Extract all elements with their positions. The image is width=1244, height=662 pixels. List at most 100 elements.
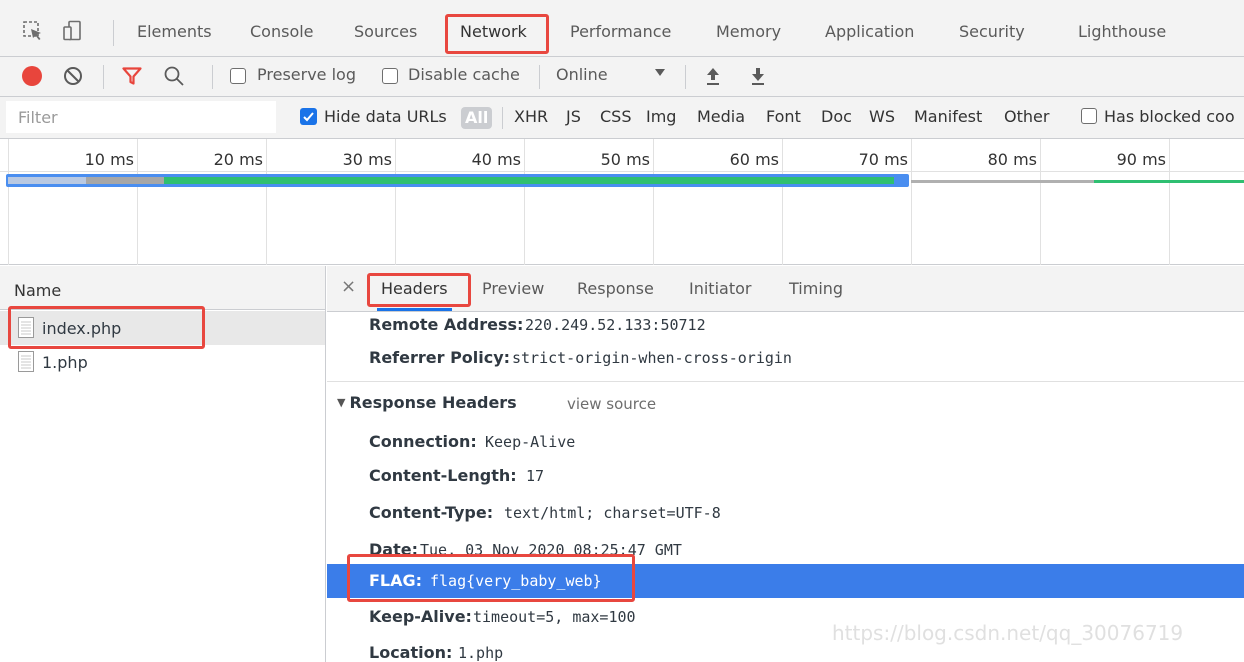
tab-elements[interactable]: Elements [137, 0, 212, 57]
type-filter-css[interactable]: CSS [600, 107, 631, 126]
header-key: Connection: [369, 432, 477, 451]
header-key: Date: [369, 540, 418, 559]
response-headers-title: Response Headers [349, 393, 517, 412]
watermark-text: https://blog.csdn.net/qq_30076719 [832, 621, 1184, 645]
timeline-tick-label: 60 ms [729, 150, 779, 169]
header-row-referrer-policy: Referrer Policy: strict-origin-when-cros… [327, 341, 1244, 375]
timeline-tick-label: 90 ms [1116, 150, 1166, 169]
filter-bar: Hide data URLs All XHR JS CSS Img Media … [0, 97, 1244, 139]
tab-application[interactable]: Application [825, 0, 914, 57]
type-filter-all[interactable]: All [461, 107, 493, 129]
filter-input[interactable] [6, 101, 276, 133]
header-row-remote-address: Remote Address: 220.249.52.133:50712 [327, 308, 1244, 342]
header-key: Remote Address: [369, 315, 524, 334]
tab-initiator[interactable]: Initiator [689, 279, 751, 298]
devtools-tab-bar: Elements Console Sources Network Perform… [0, 0, 1244, 57]
timeline-tick-label: 80 ms [987, 150, 1037, 169]
tab-network[interactable]: Network [460, 0, 527, 57]
type-filter-xhr[interactable]: XHR [514, 107, 548, 126]
request-row-index-php[interactable]: index.php [0, 311, 325, 345]
type-filter-manifest[interactable]: Manifest [914, 107, 982, 126]
request-name: 1.php [42, 353, 88, 372]
tab-console[interactable]: Console [250, 0, 314, 57]
type-filter-ws[interactable]: WS [869, 107, 895, 126]
chevron-down-icon[interactable] [655, 69, 665, 76]
clear-icon[interactable] [62, 65, 84, 87]
close-icon[interactable]: × [341, 276, 356, 297]
has-blocked-cookies-checkbox[interactable] [1081, 108, 1097, 124]
header-row-connection: Connection: Keep-Alive [327, 425, 1244, 459]
preserve-log-checkbox[interactable] [230, 68, 246, 84]
tab-preview[interactable]: Preview [482, 279, 544, 298]
type-filter-js[interactable]: JS [566, 107, 581, 126]
tab-memory[interactable]: Memory [716, 0, 781, 57]
timeline-tick-label: 70 ms [858, 150, 908, 169]
throttling-select[interactable]: Online [556, 65, 608, 84]
timeline-header-divider [0, 171, 1244, 172]
search-icon[interactable] [162, 64, 186, 88]
header-row-content-type: Content-Type: text/html; charset=UTF-8 [327, 496, 1244, 530]
timeline-tick-label: 30 ms [342, 150, 392, 169]
toolbar-divider [685, 65, 686, 89]
timeline-tick-label: 50 ms [600, 150, 650, 169]
header-row-date: Date: Tue, 03 Nov 2020 08:25:47 GMT [327, 533, 1244, 567]
tab-timing[interactable]: Timing [789, 279, 843, 298]
tab-response[interactable]: Response [577, 279, 654, 298]
tab-security[interactable]: Security [959, 0, 1025, 57]
hide-data-urls-label[interactable]: Hide data URLs [324, 107, 447, 126]
timeline-tick-label: 40 ms [471, 150, 521, 169]
name-column-header[interactable]: Name [0, 266, 325, 310]
device-toolbar-icon[interactable] [62, 20, 84, 42]
waterfall-download-bar-2 [1094, 180, 1244, 183]
response-headers-section-toggle[interactable]: ▼ Response Headers [337, 393, 517, 412]
type-filter-doc[interactable]: Doc [821, 107, 852, 126]
timeline-gridline [1169, 139, 1170, 265]
type-filter-img[interactable]: Img [646, 107, 676, 126]
waterfall-download-bar [164, 177, 894, 184]
export-har-icon[interactable] [749, 65, 767, 87]
filter-funnel-icon[interactable] [121, 65, 143, 87]
header-value: 1.php [458, 644, 504, 662]
disable-cache-checkbox[interactable] [382, 68, 398, 84]
header-value: strict-origin-when-cross-origin [512, 349, 792, 367]
tab-sources[interactable]: Sources [354, 0, 417, 57]
view-source-link[interactable]: view source [567, 395, 656, 413]
disable-cache-label[interactable]: Disable cache [408, 65, 520, 84]
has-blocked-cookies-label[interactable]: Has blocked coo [1104, 107, 1235, 126]
timeline-gridline [524, 139, 525, 265]
timeline-gridline [395, 139, 396, 265]
header-value: timeout=5, max=100 [473, 608, 636, 626]
tab-performance[interactable]: Performance [570, 0, 671, 57]
header-row-flag[interactable]: FLAG: flag{very_baby_web} [327, 564, 1244, 598]
header-value: flag{very_baby_web} [430, 572, 602, 590]
network-toolbar: Preserve log Disable cache Online [0, 57, 1244, 97]
inspect-element-icon[interactable] [22, 20, 44, 42]
header-key: Referrer Policy: [369, 348, 511, 367]
triangle-down-icon: ▼ [337, 396, 346, 409]
record-button[interactable] [22, 66, 42, 86]
preserve-log-label[interactable]: Preserve log [257, 65, 356, 84]
request-name: index.php [42, 319, 122, 338]
timeline-tick-label: 10 ms [84, 150, 134, 169]
type-filter-media[interactable]: Media [697, 107, 745, 126]
header-value: Keep-Alive [485, 433, 576, 451]
timeline-tick-label: 20 ms [213, 150, 263, 169]
timeline-gridline [266, 139, 267, 265]
header-value: Tue, 03 Nov 2020 08:25:47 GMT [420, 541, 682, 559]
tab-headers[interactable]: Headers [377, 279, 452, 311]
timeline-gridline [782, 139, 783, 265]
network-overview-timeline[interactable]: 10 ms 20 ms 30 ms 40 ms 50 ms 60 ms 70 m… [0, 139, 1244, 265]
toolbar-divider [103, 65, 104, 89]
header-key: Keep-Alive: [369, 607, 472, 626]
request-row-1-php[interactable]: 1.php [0, 345, 325, 379]
type-filter-other[interactable]: Other [1004, 107, 1049, 126]
toolbar-divider [212, 65, 213, 89]
tab-lighthouse[interactable]: Lighthouse [1078, 0, 1166, 57]
hide-data-urls-checkbox[interactable] [300, 108, 317, 125]
timeline-gridline [911, 139, 912, 265]
request-list: Name index.php 1.php [0, 266, 326, 662]
import-har-icon[interactable] [704, 65, 722, 87]
type-filter-font[interactable]: Font [766, 107, 801, 126]
header-key: FLAG: [369, 571, 423, 590]
timeline-gridline [1040, 139, 1041, 265]
